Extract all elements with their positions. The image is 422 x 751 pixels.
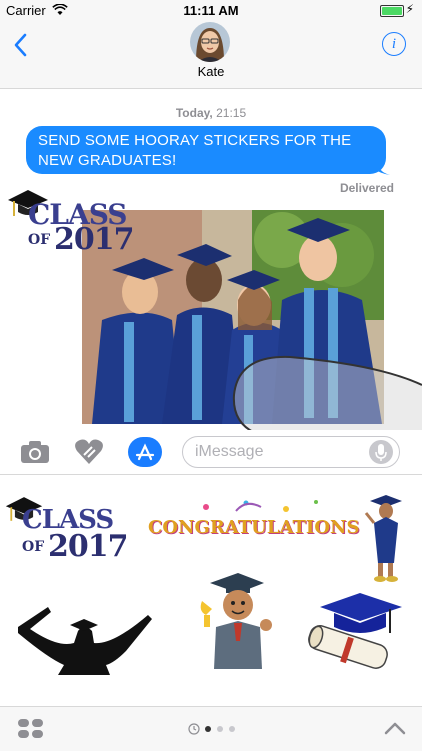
conversation-header: Kate i: [0, 22, 422, 89]
sticker-congratulations[interactable]: CONGRATULATIONS: [146, 497, 359, 557]
imessage-placeholder: iMessage: [195, 443, 264, 460]
battery-icon: [380, 5, 404, 17]
status-time: 11:11 AM: [183, 3, 239, 18]
year-text: 2017: [48, 529, 128, 564]
sticker-class-of-2017[interactable]: CLASS OF 2017: [4, 493, 134, 573]
page-indicator[interactable]: [188, 723, 238, 735]
avatar-image: [190, 22, 230, 62]
year-text: 2017: [54, 222, 134, 257]
sticker-graduate-boy[interactable]: [196, 571, 276, 671]
info-icon[interactable]: i: [382, 32, 406, 56]
sent-message-bubble[interactable]: SEND SOME HOORAY STICKERS FOR THE NEW GR…: [26, 126, 386, 174]
of-text: OF: [28, 232, 51, 248]
message-timestamp: Today, 21:15: [0, 106, 422, 120]
of-text: OF: [22, 539, 45, 555]
sticker-graduate-girl[interactable]: [364, 493, 404, 583]
delivered-status: Delivered: [339, 181, 394, 195]
contact-avatar[interactable]: [190, 22, 230, 62]
status-bar: Carrier 11:11 AM ⚡: [0, 0, 422, 22]
app-drawer-icon[interactable]: [18, 719, 44, 739]
sticker-cap-and-diploma[interactable]: [304, 593, 404, 679]
microphone-icon[interactable]: [369, 440, 393, 464]
app-store-icon: [135, 443, 155, 461]
chevron-up-icon[interactable]: [384, 721, 406, 735]
app-store-button[interactable]: [128, 437, 162, 467]
contact-name[interactable]: Kate: [0, 64, 422, 79]
message-input-bar: iMessage: [0, 430, 422, 475]
congratulations-text: CONGRATULATIONS: [148, 517, 360, 538]
bubble-tail: [376, 160, 390, 175]
back-chevron-icon[interactable]: [10, 32, 32, 58]
charging-icon: ⚡: [405, 2, 414, 16]
confetti-decoration: [203, 500, 318, 512]
class-of-2017-sticker[interactable]: CLASS OF 2017: [6, 186, 136, 266]
imessage-input[interactable]: iMessage: [182, 436, 400, 468]
timestamp-time: 21:15: [216, 106, 247, 120]
camera-icon[interactable]: [20, 440, 50, 464]
sticker-drawer: CLASS OF 2017 CONGRATULATIONS: [0, 475, 422, 705]
digital-touch-heart-icon[interactable]: [74, 439, 104, 465]
app-drawer-bar: [0, 706, 422, 751]
timestamp-day: Today,: [175, 106, 213, 120]
sticker-graduate-silhouette[interactable]: [18, 603, 154, 675]
